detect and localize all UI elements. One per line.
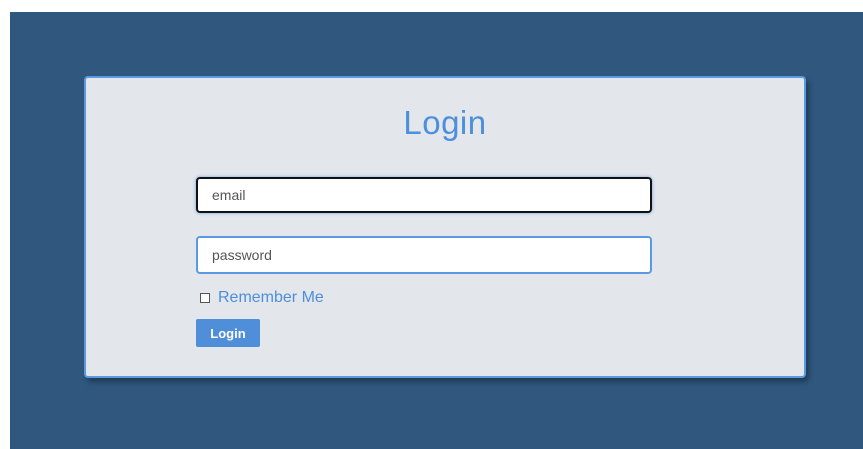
remember-me-label[interactable]: Remember Me [218,289,324,307]
login-card: Login Remember Me Login [84,76,806,378]
login-title: Login [403,104,487,141]
login-button[interactable]: Login [196,319,260,347]
email-input[interactable] [196,177,652,213]
remember-me[interactable]: Remember Me [200,289,324,307]
remember-me-checkbox[interactable] [200,293,210,303]
password-input[interactable] [196,236,652,274]
page-background: Login Remember Me Login [10,12,863,449]
